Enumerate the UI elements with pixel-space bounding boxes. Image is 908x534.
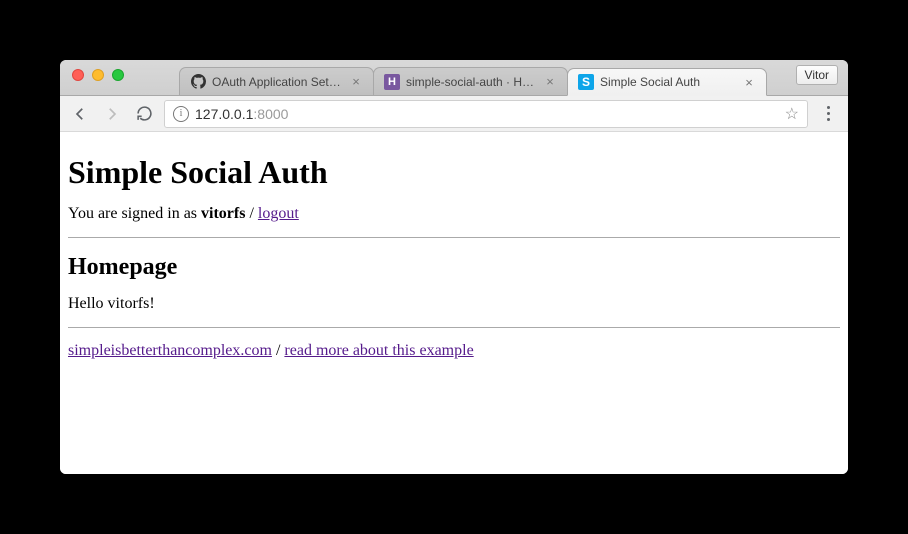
username: vitorfs — [201, 205, 245, 222]
page-viewport: Simple Social Auth You are signed in as … — [60, 132, 848, 474]
url-port: :8000 — [253, 106, 288, 122]
reload-button[interactable] — [132, 102, 156, 126]
site-info-icon[interactable]: i — [173, 106, 189, 122]
close-tab-icon[interactable]: × — [349, 75, 363, 88]
site-icon: S — [578, 74, 594, 90]
close-window-button[interactable] — [72, 69, 84, 81]
bookmark-icon[interactable]: ☆ — [785, 104, 799, 124]
signed-in-prefix: You are signed in as — [68, 205, 201, 222]
close-tab-icon[interactable]: × — [742, 76, 756, 89]
page-title: Simple Social Auth — [68, 154, 840, 191]
address-bar[interactable]: i 127.0.0.1:8000 ☆ — [164, 100, 808, 128]
tab-title: OAuth Application Settings — [212, 75, 343, 89]
toolbar: i 127.0.0.1:8000 ☆ — [60, 96, 848, 132]
footer-site-link[interactable]: simpleisbetterthancomplex.com — [68, 342, 272, 359]
footer-separator: / — [272, 342, 284, 359]
tab-oauth-settings[interactable]: OAuth Application Settings × — [179, 67, 374, 95]
tab-simple-social-auth[interactable]: S Simple Social Auth × — [567, 68, 767, 96]
profile-button[interactable]: Vitor — [796, 65, 838, 85]
greeting-text: Hello vitorfs! — [68, 295, 840, 313]
forward-button[interactable] — [100, 102, 124, 126]
tab-title: Simple Social Auth — [600, 75, 736, 89]
divider — [68, 237, 840, 238]
logout-link[interactable]: logout — [258, 205, 299, 222]
window-controls — [72, 69, 124, 81]
browser-window: OAuth Application Settings × H simple-so… — [60, 60, 848, 474]
footer-readmore-link[interactable]: read more about this example — [284, 342, 473, 359]
separator: / — [245, 205, 257, 222]
minimize-window-button[interactable] — [92, 69, 104, 81]
auth-status-line: You are signed in as vitorfs / logout — [68, 205, 840, 223]
heroku-icon: H — [384, 74, 400, 90]
tab-strip: OAuth Application Settings × H simple-so… — [60, 60, 848, 96]
github-icon — [190, 74, 206, 90]
back-button[interactable] — [68, 102, 92, 126]
maximize-window-button[interactable] — [112, 69, 124, 81]
divider — [68, 327, 840, 328]
section-heading: Homepage — [68, 254, 840, 281]
tabs: OAuth Application Settings × H simple-so… — [179, 60, 796, 95]
tab-title: simple-social-auth · Heroku — [406, 75, 537, 89]
close-tab-icon[interactable]: × — [543, 75, 557, 88]
profile-name: Vitor — [805, 68, 829, 82]
footer-links: simpleisbetterthancomplex.com / read mor… — [68, 342, 840, 360]
chrome-menu-button[interactable] — [816, 102, 840, 126]
url-host: 127.0.0.1 — [195, 106, 253, 122]
tab-heroku[interactable]: H simple-social-auth · Heroku × — [373, 67, 568, 95]
url-text: 127.0.0.1:8000 — [195, 106, 779, 122]
